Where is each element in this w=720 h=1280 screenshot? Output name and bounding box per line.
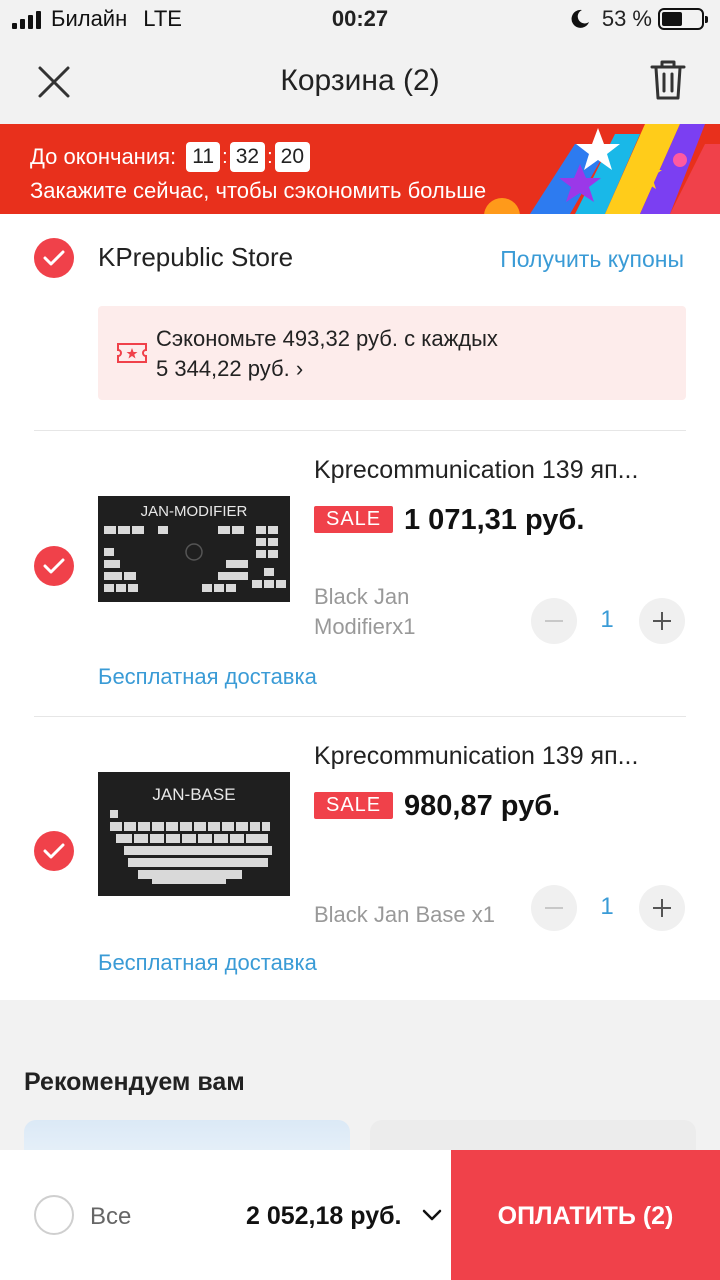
product-variant[interactable]: Black Jan Base x1 [314, 900, 495, 930]
product-image[interactable]: JAN-BASE [98, 772, 290, 896]
status-bar: Билайн LTE 00:27 53 % [0, 0, 720, 40]
store-card: KPrepublic Store Получить купоны Сэконом… [0, 214, 720, 1000]
store-name[interactable]: KPrepublic Store [98, 242, 293, 273]
product-image[interactable]: JAN-MODIFIER [98, 496, 290, 602]
product-price: 1 071,31 руб. [404, 504, 585, 536]
check-icon [43, 843, 65, 859]
variant-line-2: Modifierx1 [314, 614, 416, 639]
decrease-qty-button[interactable] [531, 598, 577, 644]
battery-fill [662, 12, 683, 26]
timer-hours: 11 [186, 142, 221, 172]
timer-minutes: 32 [229, 142, 266, 172]
confetti-decoration [484, 124, 720, 214]
check-icon [43, 250, 65, 266]
select-all-checkbox[interactable] [34, 1195, 74, 1235]
header: Корзина (2) [0, 40, 720, 124]
item-checkbox[interactable] [34, 546, 74, 586]
plus-icon [653, 612, 671, 630]
countdown-row: До окончания: 11 : 32 : 20 [30, 142, 310, 172]
get-coupons-link[interactable]: Получить купоны [500, 246, 684, 273]
checkout-bar: Все 2 052,18 руб. ОПЛАТИТЬ (2) [0, 1150, 720, 1280]
timer-seconds: 20 [274, 142, 310, 172]
savings-line-1: Сэкономьте 493,32 руб. с каждых [156, 326, 498, 351]
battery-icon [658, 8, 708, 30]
battery-percent: 53 % [601, 6, 652, 31]
timer-separator: : [267, 145, 273, 168]
product-title[interactable]: Kprecommunication 139 яп... [314, 456, 694, 485]
cart-screen: Билайн LTE 00:27 53 % Корзина (2) До око… [0, 0, 720, 1280]
moon-icon [571, 9, 589, 28]
savings-line-2: 5 344,22 руб. › [156, 354, 498, 384]
sale-badge: SALE [314, 792, 394, 819]
sale-badge: SALE [314, 506, 394, 533]
countdown-timer: 11 : 32 : 20 [186, 142, 310, 172]
product-image-label: JAN-BASE [152, 785, 235, 804]
select-all-label[interactable]: Все [90, 1203, 131, 1231]
banner-subtitle: Закажите сейчас, чтобы сэкономить больше [30, 178, 487, 203]
recommend-title: Рекомендуем вам [24, 1068, 245, 1096]
minus-icon [545, 620, 563, 622]
product-image-label: JAN-MODIFIER [141, 503, 248, 520]
coupon-icon [117, 343, 147, 363]
total-price[interactable]: 2 052,18 руб. [246, 1202, 402, 1231]
quantity-value[interactable]: 1 [592, 606, 622, 634]
plus-icon [653, 899, 671, 917]
cart-item: JAN-MODIFIER Kprecommunication 139 яп...… [0, 430, 720, 716]
product-variant[interactable]: Black Jan Modifierx1 [314, 582, 415, 642]
decrease-qty-button[interactable] [531, 885, 577, 931]
status-right: 53 % [570, 6, 708, 32]
countdown-label: До окончания: [30, 144, 177, 169]
item-checkbox[interactable] [34, 831, 74, 871]
keycap-set-image: JAN-MODIFIER [98, 496, 290, 602]
savings-threshold: 5 344,22 руб. [156, 356, 290, 381]
pay-button[interactable]: ОПЛАТИТЬ (2) [451, 1150, 720, 1280]
free-shipping-label: Бесплатная доставка [98, 664, 317, 689]
increase-qty-button[interactable] [639, 598, 685, 644]
cart-item: JAN-BASE Kprecommunication 139 яп... SAL… [0, 716, 720, 1000]
variant-line-1: Black Jan Base x1 [314, 902, 495, 927]
store-checkbox[interactable] [34, 238, 74, 278]
check-icon [43, 558, 65, 574]
variant-line-1: Black Jan [314, 584, 410, 609]
keycap-set-image: JAN-BASE [98, 772, 290, 896]
chevron-right-icon: › [295, 356, 304, 381]
free-shipping-label: Бесплатная доставка [98, 950, 317, 975]
timer-separator: : [222, 145, 228, 168]
product-price: 980,87 руб. [404, 790, 561, 822]
increase-qty-button[interactable] [639, 885, 685, 931]
product-title[interactable]: Kprecommunication 139 яп... [314, 742, 694, 771]
savings-text: Сэкономьте 493,32 руб. с каждых 5 344,22… [156, 324, 498, 384]
minus-icon [545, 907, 563, 909]
quantity-value[interactable]: 1 [592, 893, 622, 921]
trash-icon[interactable] [650, 58, 686, 102]
chevron-down-icon[interactable] [422, 1208, 442, 1222]
savings-notice[interactable]: Сэкономьте 493,32 руб. с каждых 5 344,22… [98, 306, 686, 400]
promo-banner[interactable]: До окончания: 11 : 32 : 20 Закажите сейч… [0, 124, 720, 214]
page-title: Корзина (2) [280, 64, 440, 97]
